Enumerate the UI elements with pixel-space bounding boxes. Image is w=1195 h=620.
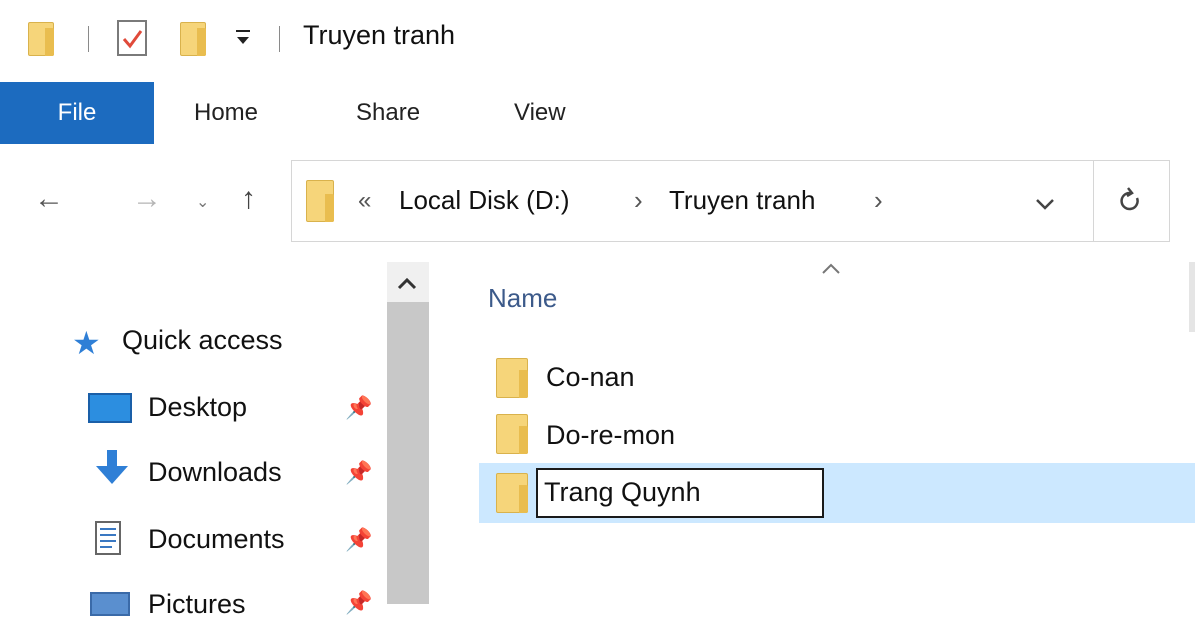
picture-icon <box>90 592 130 616</box>
desktop-icon <box>88 393 132 423</box>
rename-input[interactable]: Trang Quynh <box>536 468 824 518</box>
window-title: Truyen tranh <box>303 20 456 50</box>
breadcrumb-separator[interactable]: › <box>634 185 643 216</box>
properties-icon[interactable] <box>117 20 147 56</box>
nav-item-downloads[interactable]: Downloads <box>148 457 282 488</box>
tab-file[interactable]: File <box>0 82 154 144</box>
breadcrumb-separator[interactable]: › <box>874 185 883 216</box>
title-separator <box>279 26 280 52</box>
title-separator <box>88 26 89 52</box>
recent-locations-chevron-icon[interactable]: ⌄ <box>196 192 209 212</box>
tab-share[interactable]: Share <box>356 82 420 144</box>
star-icon: ★ <box>72 325 101 361</box>
sort-ascending-icon <box>820 262 842 276</box>
address-overflow[interactable]: « <box>358 187 371 215</box>
scroll-up-icon[interactable] <box>396 276 418 292</box>
new-folder-icon[interactable] <box>180 22 206 56</box>
nav-item-documents[interactable]: Documents <box>148 524 285 555</box>
customize-toolbar-icon[interactable] <box>235 28 251 48</box>
document-icon <box>94 520 122 556</box>
address-folder-icon <box>306 180 334 222</box>
breadcrumb-truyen-tranh[interactable]: Truyen tranh <box>669 185 815 216</box>
nav-item-quick-access[interactable]: Quick access <box>122 325 283 356</box>
column-header-name[interactable]: Name <box>488 283 557 314</box>
address-dropdown-icon[interactable] <box>1034 196 1056 212</box>
nav-item-pictures[interactable]: Pictures <box>148 589 246 620</box>
folder-icon <box>496 414 528 454</box>
nav-item-desktop[interactable]: Desktop <box>148 392 247 423</box>
tab-view[interactable]: View <box>514 82 566 144</box>
folder-icon <box>28 22 54 56</box>
file-item-do-re-mon[interactable]: Do-re-mon <box>546 420 675 451</box>
file-item-co-nan[interactable]: Co-nan <box>546 362 635 393</box>
column-divider[interactable] <box>1189 262 1195 332</box>
breadcrumb-local-disk[interactable]: Local Disk (D:) <box>399 185 569 216</box>
folder-icon <box>496 358 528 398</box>
pin-icon[interactable]: 📌 <box>345 527 372 553</box>
forward-arrow-icon[interactable]: → <box>132 182 162 216</box>
refresh-icon[interactable] <box>1116 186 1144 216</box>
up-arrow-icon[interactable]: ↑ <box>241 182 256 216</box>
folder-icon <box>496 473 528 513</box>
download-arrow-icon <box>92 448 132 488</box>
tab-home[interactable]: Home <box>194 82 258 144</box>
nav-pane-scroll-thumb[interactable] <box>387 302 429 604</box>
pin-icon[interactable]: 📌 <box>345 395 372 421</box>
pin-icon[interactable]: 📌 <box>345 460 372 486</box>
pin-icon[interactable]: 📌 <box>345 590 372 616</box>
back-arrow-icon[interactable]: ← <box>34 182 64 216</box>
